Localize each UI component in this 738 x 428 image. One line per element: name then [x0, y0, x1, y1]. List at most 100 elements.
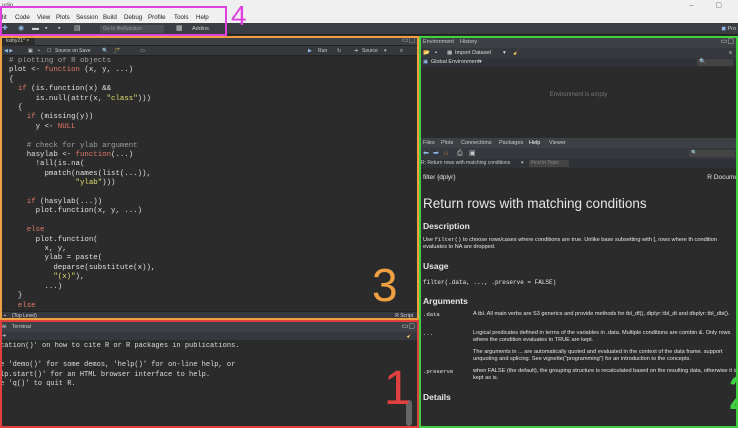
tab-help[interactable]: Help [529, 138, 540, 148]
help-search-input[interactable]: 🔍 [689, 150, 735, 157]
code-line[interactable]: { [9, 76, 419, 85]
chevron-down-icon[interactable]: ▾ [503, 48, 506, 58]
code-line[interactable]: plot.function(x, y, ...) [9, 207, 419, 216]
code-line[interactable]: "ylab"))) [9, 179, 419, 188]
tab-packages[interactable]: Packages [499, 138, 523, 148]
code-line[interactable]: y <- NULL [9, 123, 419, 132]
code-line[interactable]: { [9, 104, 419, 113]
tab-connections[interactable]: Connections [461, 138, 492, 148]
show-in-window-icon[interactable]: ▣ [28, 46, 33, 56]
code-line[interactable]: plot <- function (x, y, ...) [9, 66, 419, 75]
code-line[interactable]: if (missing(y)) [9, 113, 419, 122]
save-workspace-icon[interactable]: ▪ [435, 48, 437, 58]
clear-console-icon[interactable]: 🧹 [407, 332, 413, 340]
console-output[interactable]: cation()' on how to cite R or R packages… [0, 342, 405, 390]
code-line[interactable]: is.null(attr(x, "class"))) [9, 95, 419, 104]
code-line[interactable] [9, 217, 419, 226]
code-line[interactable]: ylab = paste( [9, 254, 419, 263]
code-tools-icon[interactable]: 🪄 [114, 46, 120, 56]
outline-icon[interactable]: ≡ [400, 46, 403, 56]
help-content: filter {dplyr} R Docume Return rows with… [423, 174, 738, 402]
help-breadcrumb-bar: R: Return rows with matching conditions … [419, 159, 738, 168]
code-token: (...) [111, 151, 134, 160]
list-view-icon[interactable]: ≡ [729, 48, 732, 58]
help-topic-dropdown[interactable]: R: Return rows with matching conditions [421, 159, 510, 168]
save-icon[interactable]: ▪ [38, 46, 40, 56]
chevron-down-icon[interactable]: ▾ [479, 58, 482, 67]
code-line[interactable]: x, y, [9, 245, 419, 254]
rerun-icon[interactable]: ↻ [337, 46, 341, 56]
source-on-save-checkbox[interactable]: ☐ [47, 46, 51, 56]
import-dataset-icon[interactable]: ▦ [447, 48, 452, 58]
code-line[interactable]: plot.function( [9, 236, 419, 245]
run-icon[interactable]: ▶ [308, 46, 312, 56]
help-title: Return rows with matching conditions [423, 196, 647, 211]
code-line[interactable]: if (hasylab(...)) [9, 198, 419, 207]
code-line[interactable]: ...) [9, 283, 419, 292]
search-icon[interactable]: 🔍 [102, 46, 108, 56]
console-pane: ole Terminal ▭▢ ➜ 🧹 cation()' on how to … [0, 320, 419, 428]
editor-tab[interactable]: ksiby21* × [0, 36, 36, 46]
compile-report-icon[interactable]: ▭ [140, 46, 145, 56]
run-button[interactable]: Run [318, 46, 327, 56]
tab-console[interactable]: ole [0, 322, 7, 332]
argument-name: .data [423, 311, 440, 318]
tab-terminal[interactable]: Terminal [12, 322, 31, 332]
code-line[interactable] [9, 189, 419, 198]
find-in-topic-input[interactable]: Find in Topic [529, 160, 569, 167]
back-arrow-icon[interactable]: ⬅ [423, 148, 429, 159]
code-line[interactable]: # check for ylab argument [9, 142, 419, 151]
code-line[interactable]: } [9, 292, 419, 301]
description-heading: Description [423, 221, 470, 231]
tab-plots[interactable]: Plots [441, 138, 453, 148]
pane-maximize-icon[interactable]: ▭▢ [402, 322, 415, 332]
code-line[interactable]: else [9, 226, 419, 235]
code-line[interactable]: !all(is.na( [9, 160, 419, 169]
code-line[interactable] [9, 132, 419, 141]
back-icon[interactable]: ◀ ▶ [4, 46, 13, 56]
chevron-down-icon[interactable]: ▾ [384, 46, 387, 56]
tab-viewer[interactable]: Viewer [549, 138, 566, 148]
code-line[interactable]: if (is.function(x) && [9, 85, 419, 94]
load-workspace-icon[interactable]: 📂 [423, 48, 430, 58]
pane-maximize-icon[interactable]: ▭▢ [721, 36, 734, 48]
code-token: hasylab <- [9, 151, 76, 160]
environment-tab-bar: Environment History ▭▢ [419, 36, 738, 48]
tab-files[interactable]: Files [423, 138, 435, 148]
print-icon[interactable]: ⎙ [457, 148, 463, 159]
code-token: } [9, 292, 23, 301]
pane-maximize-icon[interactable]: ▭▢ [402, 36, 415, 46]
forward-arrow-icon[interactable]: ➡ [433, 148, 439, 159]
clear-objects-icon[interactable]: 🧹 [513, 48, 520, 58]
import-dataset-button[interactable]: Import Dataset [455, 48, 491, 58]
project-button[interactable]: ◼ Pro [721, 25, 736, 33]
code-token: ylab = paste( [9, 254, 103, 263]
source-icon[interactable]: ➜ [354, 46, 358, 56]
source-editor-pane: ksiby21* × ▭▢ ◀ ▶ ▣ ▪ ☐ Source on Save 🔍… [0, 36, 419, 320]
show-in-window-icon[interactable]: ▣ [469, 148, 476, 159]
code-token: (x, y, ...) [79, 66, 134, 75]
tab-history[interactable]: History [460, 36, 477, 48]
code-line[interactable]: pmatch(names(list(...)), [9, 170, 419, 179]
code-line[interactable]: else [9, 302, 419, 311]
window-controls[interactable]: – ▢ [690, 0, 732, 12]
home-icon[interactable]: ⌂ [444, 148, 448, 159]
chevron-down-icon[interactable]: ▾ [521, 159, 524, 168]
code-line[interactable]: hasylab <- function(...) [9, 151, 419, 160]
environment-pane: Environment History ▭▢ 📂 ▪ ▦ Import Data… [419, 36, 738, 136]
environment-search-input[interactable]: 🔍 [697, 59, 733, 66]
code-line[interactable]: "(x)"), [9, 273, 419, 282]
tab-environment[interactable]: Environment [423, 36, 454, 48]
close-icon[interactable]: × [26, 38, 29, 44]
code-token: pmatch(names(list(...)), [9, 169, 151, 178]
code-area[interactable]: # plotting of R objects plot <- function … [0, 57, 419, 311]
global-env-selector[interactable]: Global Environment [431, 58, 479, 67]
code-line[interactable]: deparse(substitute(x)), [9, 264, 419, 273]
source-button[interactable]: Source [362, 46, 378, 56]
code-token: ))) [137, 94, 151, 103]
code-line[interactable]: # plotting of R objects [9, 57, 419, 66]
